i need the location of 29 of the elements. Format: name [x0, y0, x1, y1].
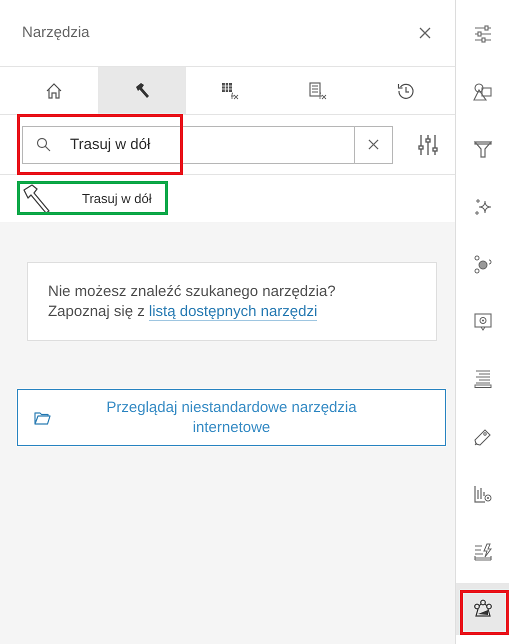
trace-network-icon — [472, 599, 492, 619]
funnel-icon — [472, 139, 492, 159]
notice-text: Nie możesz znaleźć szukanego narzędzia? Zapoznaj się z listą dostępnych narzędzi — [48, 282, 337, 322]
highlight-frame — [460, 590, 509, 635]
clear-icon — [368, 139, 379, 150]
search-field[interactable]: Trasuj w dół — [22, 126, 355, 164]
folder-icon — [34, 411, 51, 425]
sliders-icon — [472, 24, 492, 44]
home-icon — [45, 82, 63, 100]
tool-result-item[interactable]: Trasuj w dół — [22, 184, 162, 214]
browse-tools-button[interactable]: Przeglądaj niestandardowe narzędzia internetowe — [17, 389, 446, 446]
close-icon — [419, 27, 431, 39]
tag-pen-icon — [472, 426, 492, 446]
table-formula-icon — [221, 82, 239, 100]
hammer-icon — [22, 184, 52, 214]
gear-card-icon — [472, 312, 492, 332]
list-formula-icon — [309, 82, 327, 100]
nodes-icon — [472, 254, 492, 274]
panel-title: Narzędzia — [22, 22, 90, 43]
chart-gear-icon — [472, 484, 492, 504]
tools-list-link[interactable]: listą dostępnych narzędzi — [148, 302, 318, 320]
shapes-icon — [472, 82, 492, 102]
lines-bolt-icon — [472, 542, 492, 562]
sparkle-icon — [472, 196, 492, 216]
hammer-icon — [133, 82, 151, 100]
history-icon — [397, 82, 415, 100]
text-lines-icon — [472, 369, 492, 389]
sliders-icon — [418, 134, 438, 156]
search-icon — [36, 136, 51, 152]
